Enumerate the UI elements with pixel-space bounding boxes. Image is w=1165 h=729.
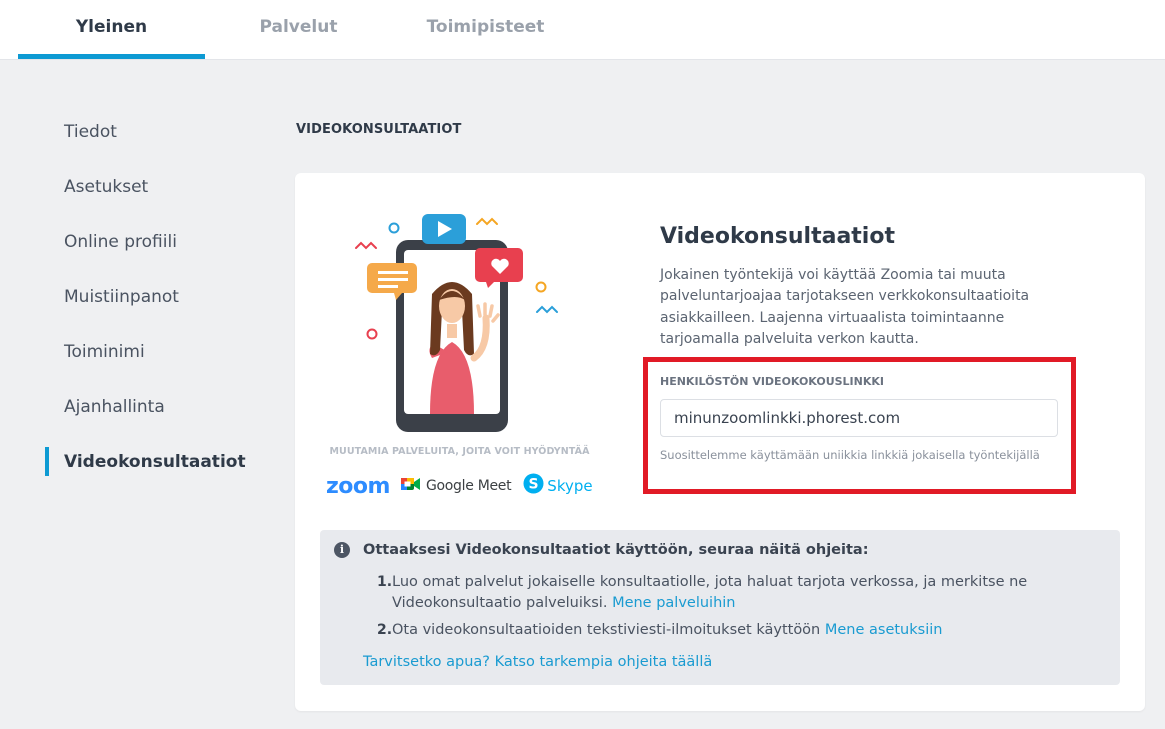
meeting-link-hint: Suosittelemme käyttämään uniikkia linkki… [660,448,1040,462]
instructions-title: Ottaaksesi Videokonsultaatiot käyttöön, … [363,542,869,558]
sidebar-item-toiminimi[interactable]: Toiminimi [64,341,145,363]
tab-yleinen[interactable]: Yleinen [18,0,205,60]
card-description: Jokainen työntekijä voi käyttää Zoomia t… [660,267,1030,347]
help-link[interactable]: Tarvitsetko apua? Katso tarkempia ohjeit… [363,654,712,670]
sidebar-item-tiedot[interactable]: Tiedot [64,121,117,143]
step-number: 2. [377,622,393,638]
services-caption: MUUTAMIA PALVELUITA, JOITA VOIT HYÖDYNTÄ… [329,446,590,457]
step-description: Ota videokonsultaatioiden tekstiviesti-i… [392,622,825,638]
section-title: VIDEOKONSULTAATIOT [296,122,462,137]
sidebar-item-ajanhallinta[interactable]: Ajanhallinta [64,396,165,418]
service-logos: zoom Google Meet S Skype [326,470,606,502]
sidebar-item-asetukset[interactable]: Asetukset [64,176,148,198]
google-meet-logo: Google Meet [425,478,512,494]
meeting-link-input[interactable] [660,399,1058,437]
svg-text:S: S [529,477,539,493]
sidebar-item-videokonsultaatiot[interactable]: Videokonsultaatiot [64,451,246,473]
active-tab-indicator [18,54,205,59]
google-meet-icon [400,476,421,497]
tab-palvelut[interactable]: Palvelut [205,0,392,60]
phone-illustration [352,208,572,438]
tab-toimipisteet[interactable]: Toimipisteet [392,0,579,60]
info-icon: i [334,542,350,558]
go-to-services-link[interactable]: Mene palveluihin [612,595,735,611]
step-text: Ota videokonsultaatioiden tekstiviesti-i… [392,620,1092,641]
zoom-logo: zoom [326,473,390,499]
go-to-settings-link[interactable]: Mene asetuksiin [825,622,943,638]
skype-icon: S [523,473,544,499]
skype-logo: Skype [547,477,593,495]
sidebar-item-online-profiili[interactable]: Online profiili [64,231,177,253]
step-number: 1. [377,574,393,590]
card-heading: Videokonsultaatiot [660,224,895,249]
sidebar-active-indicator [45,447,49,476]
top-tab-bar: Yleinen Palvelut Toimipisteet [0,0,1165,60]
step-text: Luo omat palvelut jokaiselle konsultaati… [392,572,1092,614]
sidebar-item-muistiinpanot[interactable]: Muistiinpanot [64,286,179,308]
meeting-link-label: HENKILÖSTÖN VIDEOKOKOUSLINKKI [660,375,884,388]
